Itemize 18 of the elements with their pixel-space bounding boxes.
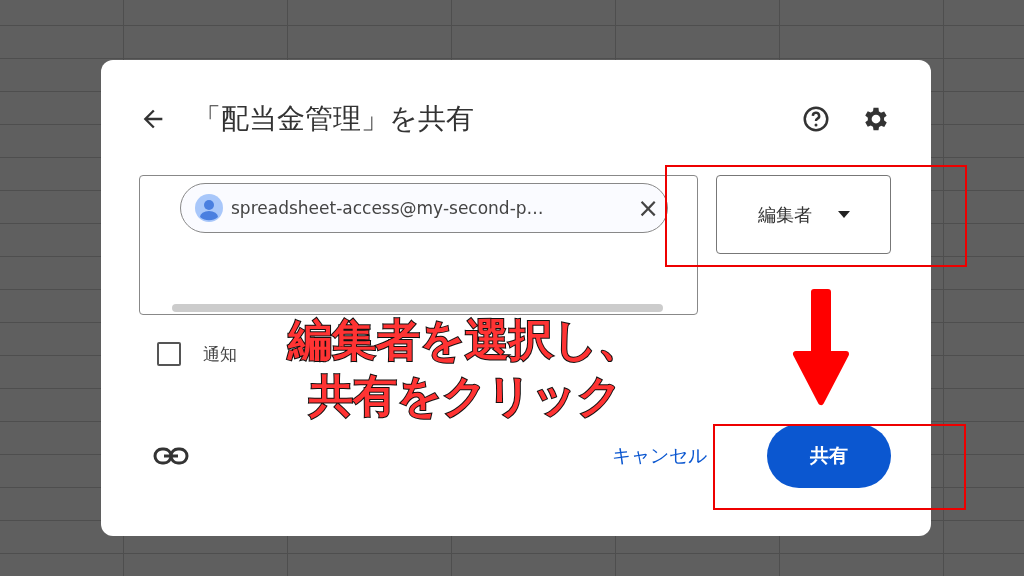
scrollbar[interactable] — [172, 304, 664, 312]
notify-label: 通知 — [203, 342, 237, 366]
help-icon[interactable] — [801, 104, 831, 134]
dropdown-caret-icon — [837, 211, 850, 218]
annotation-text: 共有をクリック — [308, 371, 622, 421]
recipient-chip[interactable]: spreadsheet-access@my-second-p… × — [180, 183, 668, 233]
dialog-title: 「配当金管理」を共有 — [193, 101, 475, 137]
notify-checkbox[interactable] — [157, 342, 181, 366]
cancel-button[interactable]: キャンセル — [612, 443, 707, 469]
remove-button[interactable]: × — [637, 193, 659, 223]
share-button[interactable]: 共有 — [767, 424, 891, 488]
recipient-email: spreadsheet-access@my-second-p… — [231, 198, 545, 218]
link-icon[interactable] — [153, 446, 189, 466]
recipients-field[interactable]: spreadsheet-access@my-second-p… × — [139, 175, 699, 315]
avatar-icon — [195, 194, 223, 222]
annotation-text: 編集者を選択し、 — [288, 315, 642, 365]
down-arrow-icon — [792, 288, 850, 406]
role-dropdown[interactable]: 編集者 — [716, 175, 891, 254]
